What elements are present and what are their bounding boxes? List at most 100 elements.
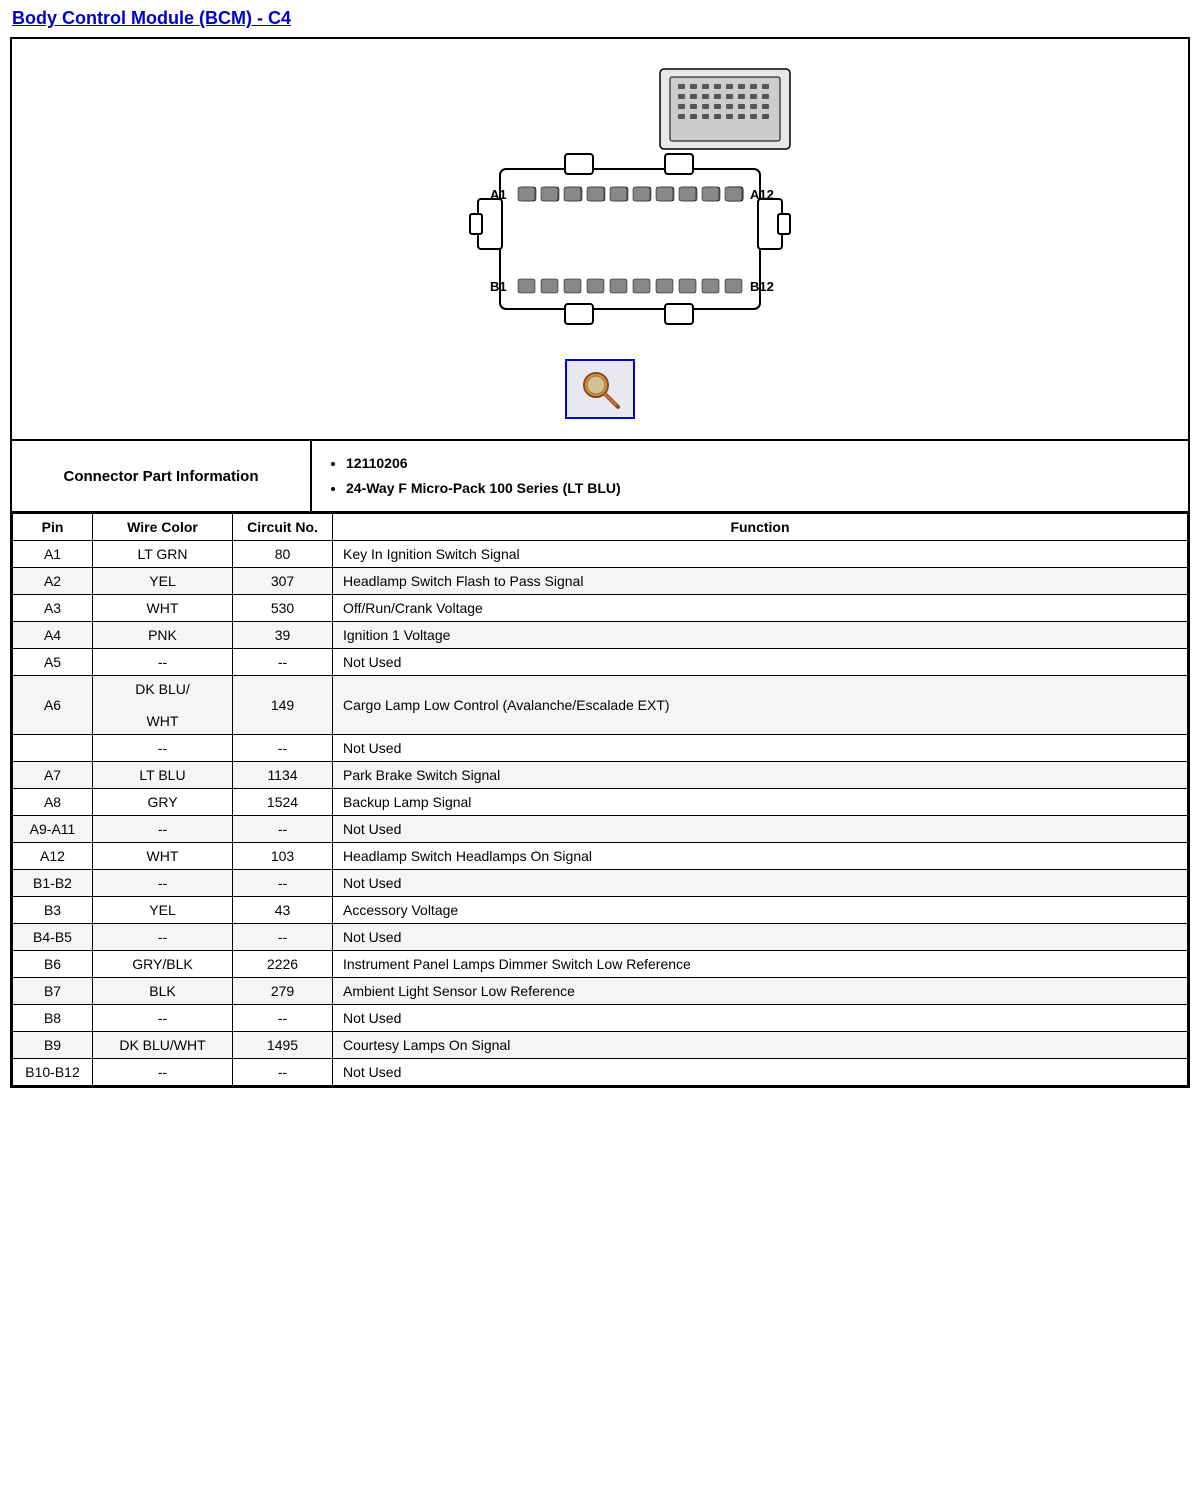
cell-pin: B10-B12 bbox=[13, 1059, 93, 1086]
table-row: A1LT GRN80Key In Ignition Switch Signal bbox=[13, 541, 1188, 568]
cell-pin: A8 bbox=[13, 789, 93, 816]
cell-pin bbox=[13, 735, 93, 762]
cell-wire: -- bbox=[93, 1005, 233, 1032]
cell-circuit: 149 bbox=[233, 676, 333, 735]
connector-part-label: Connector Part Information bbox=[12, 441, 312, 511]
cell-circuit: 279 bbox=[233, 978, 333, 1005]
cell-pin: B7 bbox=[13, 978, 93, 1005]
cell-circuit: -- bbox=[233, 870, 333, 897]
cell-function: Not Used bbox=[333, 924, 1188, 951]
cell-function: Not Used bbox=[333, 649, 1188, 676]
cell-wire: GRY/BLK bbox=[93, 951, 233, 978]
cell-wire: LT GRN bbox=[93, 541, 233, 568]
cell-pin: B1-B2 bbox=[13, 870, 93, 897]
cell-function: Key In Ignition Switch Signal bbox=[333, 541, 1188, 568]
cell-function: Headlamp Switch Flash to Pass Signal bbox=[333, 568, 1188, 595]
cell-pin: A6 bbox=[13, 676, 93, 735]
part-description: 24-Way F Micro-Pack 100 Series (LT BLU) bbox=[346, 476, 1174, 501]
cell-circuit: -- bbox=[233, 649, 333, 676]
table-row: A4PNK39Ignition 1 Voltage bbox=[13, 622, 1188, 649]
cell-wire: GRY bbox=[93, 789, 233, 816]
table-row: B4-B5----Not Used bbox=[13, 924, 1188, 951]
cell-wire: WHT bbox=[93, 843, 233, 870]
table-row: A7LT BLU1134Park Brake Switch Signal bbox=[13, 762, 1188, 789]
header-wire: Wire Color bbox=[93, 514, 233, 541]
cell-wire: YEL bbox=[93, 568, 233, 595]
table-row: ----Not Used bbox=[13, 735, 1188, 762]
cell-circuit: 80 bbox=[233, 541, 333, 568]
svg-text:A1: A1 bbox=[490, 187, 507, 202]
cell-circuit: 43 bbox=[233, 897, 333, 924]
cell-wire: PNK bbox=[93, 622, 233, 649]
svg-text:B12: B12 bbox=[750, 279, 774, 294]
cell-function: Park Brake Switch Signal bbox=[333, 762, 1188, 789]
table-row: A2YEL307Headlamp Switch Flash to Pass Si… bbox=[13, 568, 1188, 595]
cell-wire: DK BLU/WHT bbox=[93, 676, 233, 735]
cell-wire: -- bbox=[93, 649, 233, 676]
svg-text:B1: B1 bbox=[490, 279, 507, 294]
cell-wire: -- bbox=[93, 816, 233, 843]
cell-function: Courtesy Lamps On Signal bbox=[333, 1032, 1188, 1059]
pin-table: Pin Wire Color Circuit No. Function A1LT… bbox=[12, 513, 1188, 1086]
cell-function: Cargo Lamp Low Control (Avalanche/Escala… bbox=[333, 676, 1188, 735]
cell-wire: WHT bbox=[93, 595, 233, 622]
cell-circuit: -- bbox=[233, 816, 333, 843]
table-row: B6GRY/BLK2226Instrument Panel Lamps Dimm… bbox=[13, 951, 1188, 978]
table-row: B3YEL43Accessory Voltage bbox=[13, 897, 1188, 924]
cell-pin: B9 bbox=[13, 1032, 93, 1059]
header-circuit: Circuit No. bbox=[233, 514, 333, 541]
cell-pin: A2 bbox=[13, 568, 93, 595]
cell-function: Not Used bbox=[333, 1005, 1188, 1032]
cell-function: Ambient Light Sensor Low Reference bbox=[333, 978, 1188, 1005]
cell-pin: A7 bbox=[13, 762, 93, 789]
table-row: B8----Not Used bbox=[13, 1005, 1188, 1032]
table-row: A5----Not Used bbox=[13, 649, 1188, 676]
cell-circuit: 39 bbox=[233, 622, 333, 649]
cell-function: Ignition 1 Voltage bbox=[333, 622, 1188, 649]
cell-circuit: 307 bbox=[233, 568, 333, 595]
cell-wire: BLK bbox=[93, 978, 233, 1005]
magnify-icon[interactable] bbox=[565, 359, 635, 419]
cell-pin: A12 bbox=[13, 843, 93, 870]
cell-pin: A5 bbox=[13, 649, 93, 676]
cell-function: Off/Run/Crank Voltage bbox=[333, 595, 1188, 622]
cell-function: Backup Lamp Signal bbox=[333, 789, 1188, 816]
cell-pin: A9-A11 bbox=[13, 816, 93, 843]
cell-circuit: 1495 bbox=[233, 1032, 333, 1059]
table-row: B9DK BLU/WHT1495Courtesy Lamps On Signal bbox=[13, 1032, 1188, 1059]
cell-wire: -- bbox=[93, 1059, 233, 1086]
cell-function: Headlamp Switch Headlamps On Signal bbox=[333, 843, 1188, 870]
cell-circuit: 2226 bbox=[233, 951, 333, 978]
table-row: A9-A11----Not Used bbox=[13, 816, 1188, 843]
cell-wire: -- bbox=[93, 870, 233, 897]
cell-pin: A1 bbox=[13, 541, 93, 568]
cell-function: Not Used bbox=[333, 1059, 1188, 1086]
cell-function: Not Used bbox=[333, 870, 1188, 897]
cell-wire: YEL bbox=[93, 897, 233, 924]
cell-circuit: 1524 bbox=[233, 789, 333, 816]
table-row: B1-B2----Not Used bbox=[13, 870, 1188, 897]
cell-wire: -- bbox=[93, 735, 233, 762]
cell-pin: A3 bbox=[13, 595, 93, 622]
cell-circuit: -- bbox=[233, 924, 333, 951]
cell-circuit: -- bbox=[233, 1059, 333, 1086]
table-header-row: Pin Wire Color Circuit No. Function bbox=[13, 514, 1188, 541]
cell-function: Not Used bbox=[333, 816, 1188, 843]
cell-circuit: 103 bbox=[233, 843, 333, 870]
svg-text:A12: A12 bbox=[750, 187, 774, 202]
table-row: A12WHT103Headlamp Switch Headlamps On Si… bbox=[13, 843, 1188, 870]
diagram-section: A1 A12 B1 B12 bbox=[12, 39, 1188, 441]
table-row: A8GRY1524Backup Lamp Signal bbox=[13, 789, 1188, 816]
header-function: Function bbox=[333, 514, 1188, 541]
cell-pin: B6 bbox=[13, 951, 93, 978]
main-container: A1 A12 B1 B12 Connector Part Information… bbox=[10, 37, 1190, 1088]
connector-part-info: 12110206 24-Way F Micro-Pack 100 Series … bbox=[312, 441, 1188, 511]
cell-circuit: -- bbox=[233, 735, 333, 762]
cell-circuit: -- bbox=[233, 1005, 333, 1032]
connector-diagram: A1 A12 B1 B12 bbox=[390, 59, 810, 349]
cell-circuit: 1134 bbox=[233, 762, 333, 789]
table-row: B10-B12----Not Used bbox=[13, 1059, 1188, 1086]
cell-pin: B3 bbox=[13, 897, 93, 924]
cell-function: Instrument Panel Lamps Dimmer Switch Low… bbox=[333, 951, 1188, 978]
cell-wire: DK BLU/WHT bbox=[93, 1032, 233, 1059]
